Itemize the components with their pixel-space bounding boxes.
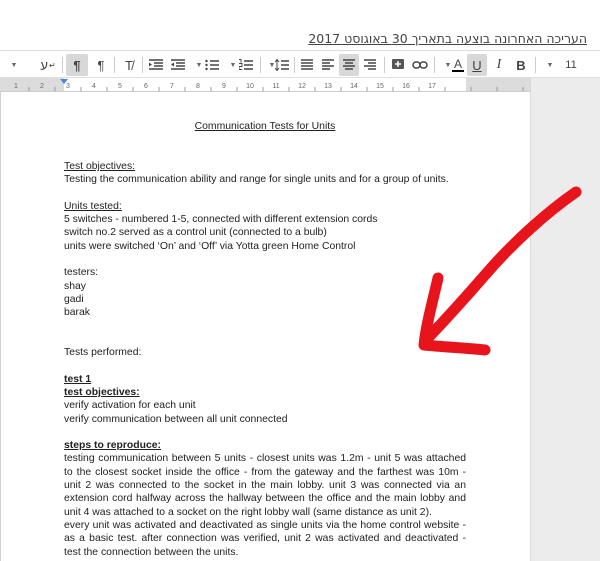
clear-formatting-button[interactable]: T̸ xyxy=(118,54,140,76)
test1-objectives-heading: test objectives: xyxy=(64,386,140,398)
increase-indent-icon xyxy=(149,59,163,70)
add-comment-icon xyxy=(392,59,404,69)
ruler-marker-label: 17 xyxy=(428,83,436,90)
header-bar: העריכה האחרונה בוצעה בתאריך 30 באוגוסט 2… xyxy=(0,0,600,50)
underline-button[interactable]: U xyxy=(467,54,487,76)
rtl-paragraph-button[interactable]: ¶ xyxy=(66,54,88,76)
align-right-button[interactable] xyxy=(360,54,380,76)
bold-button[interactable]: B xyxy=(511,54,531,76)
ruler-marker-label: 5 xyxy=(118,83,122,90)
ruler-marker-label: 3 xyxy=(66,83,70,90)
clear-formatting-icon: T̸ xyxy=(125,57,133,73)
test1-heading: test 1 xyxy=(64,373,92,385)
insert-comment-button[interactable] xyxy=(388,54,408,76)
ruler-marker-label: 8 xyxy=(196,83,200,90)
insert-link-button[interactable] xyxy=(410,54,430,76)
bulleted-list-icon xyxy=(205,59,219,71)
numbered-list-button[interactable] xyxy=(236,54,256,76)
chevron-down-icon: ▼ xyxy=(546,61,554,69)
font-size-dropdown-caret[interactable]: ▼ xyxy=(540,54,560,76)
line-spacing-icon xyxy=(275,59,289,71)
align-center-button[interactable] xyxy=(339,54,359,76)
rtl-direction-icon: ע xyxy=(40,57,48,73)
numbered-list-icon xyxy=(239,59,253,70)
decrease-indent-icon xyxy=(171,59,185,70)
ruler-marker-label: 6 xyxy=(144,83,148,90)
line-spacing-button[interactable] xyxy=(272,54,292,76)
ruler-marker-label: 15 xyxy=(376,83,384,90)
ruler-marker-label: 11 xyxy=(272,83,279,90)
underline-icon: U xyxy=(472,57,482,73)
ruler-marker-label: 1 xyxy=(14,83,18,90)
red-arrow-annotation xyxy=(418,186,582,356)
text-color-button[interactable]: A xyxy=(448,54,468,76)
steps-paragraph: testing communication between 5 units - … xyxy=(64,453,466,518)
page-edge xyxy=(0,92,1,561)
bold-icon: B xyxy=(516,57,526,73)
document-title: Communication Tests for Units xyxy=(194,121,336,132)
align-center-icon xyxy=(343,59,355,70)
align-right-icon xyxy=(364,59,376,70)
dropdown-caret-icon[interactable]: ▼ xyxy=(4,54,24,76)
ruler-marker-label: 9 xyxy=(222,83,226,90)
test1-objective: verify activation for each unit xyxy=(64,400,196,412)
pilcrow-ltr-icon: ¶ xyxy=(97,57,105,73)
horizontal-ruler[interactable]: 1 2 3 4 5 6 7 8 9 10 11 12 13 14 15 16 17 xyxy=(0,78,530,92)
align-left-icon xyxy=(322,59,334,70)
font-size-field[interactable]: 11 xyxy=(560,54,582,76)
italic-icon: I xyxy=(496,57,502,72)
ruler-marker-label: 12 xyxy=(298,83,306,90)
justify-button[interactable] xyxy=(297,54,317,76)
font-size-value: 11 xyxy=(565,59,577,71)
text-color-icon: A xyxy=(453,57,462,71)
ruler-marker-label: 4 xyxy=(92,83,96,90)
ruler-marker-label: 10 xyxy=(246,83,254,90)
ruler-ticks: 1 2 3 4 5 6 7 8 9 10 11 12 13 14 15 16 17 xyxy=(14,79,524,91)
ltr-rtl-direction-button[interactable]: ע ↵ xyxy=(38,54,58,76)
ruler-marker-label: 7 xyxy=(170,83,174,90)
ruler-marker-label: 2 xyxy=(40,83,44,90)
align-justify-icon xyxy=(301,59,313,70)
link-icon xyxy=(412,61,428,69)
ruler-marker-label: 14 xyxy=(350,83,358,90)
last-edit-link[interactable]: העריכה האחרונה בוצעה בתאריך 30 באוגוסט 2… xyxy=(308,31,587,46)
italic-button[interactable]: I xyxy=(489,54,509,76)
formatting-toolbar: ▼ ע ↵ ¶ ¶ T̸ ▼ ▼ ▼ ▼ A U I B ▼ 11 xyxy=(0,50,600,78)
ruler-marker-label: 13 xyxy=(324,83,332,90)
decrease-indent-button[interactable] xyxy=(168,54,188,76)
steps-paragraph: every unit was activated and deactivated… xyxy=(64,519,466,558)
ruler-marker-label: 16 xyxy=(402,83,410,90)
test1-objective: verify communication between all unit co… xyxy=(64,413,288,425)
steps-heading: steps to reproduce: xyxy=(64,440,161,452)
bulleted-list-button[interactable] xyxy=(202,54,222,76)
objectives-heading: Test objectives: xyxy=(64,160,136,172)
pilcrow-rtl-icon: ¶ xyxy=(73,57,81,73)
ltr-paragraph-button[interactable]: ¶ xyxy=(90,54,112,76)
increase-indent-button[interactable] xyxy=(146,54,166,76)
align-left-button[interactable] xyxy=(318,54,338,76)
